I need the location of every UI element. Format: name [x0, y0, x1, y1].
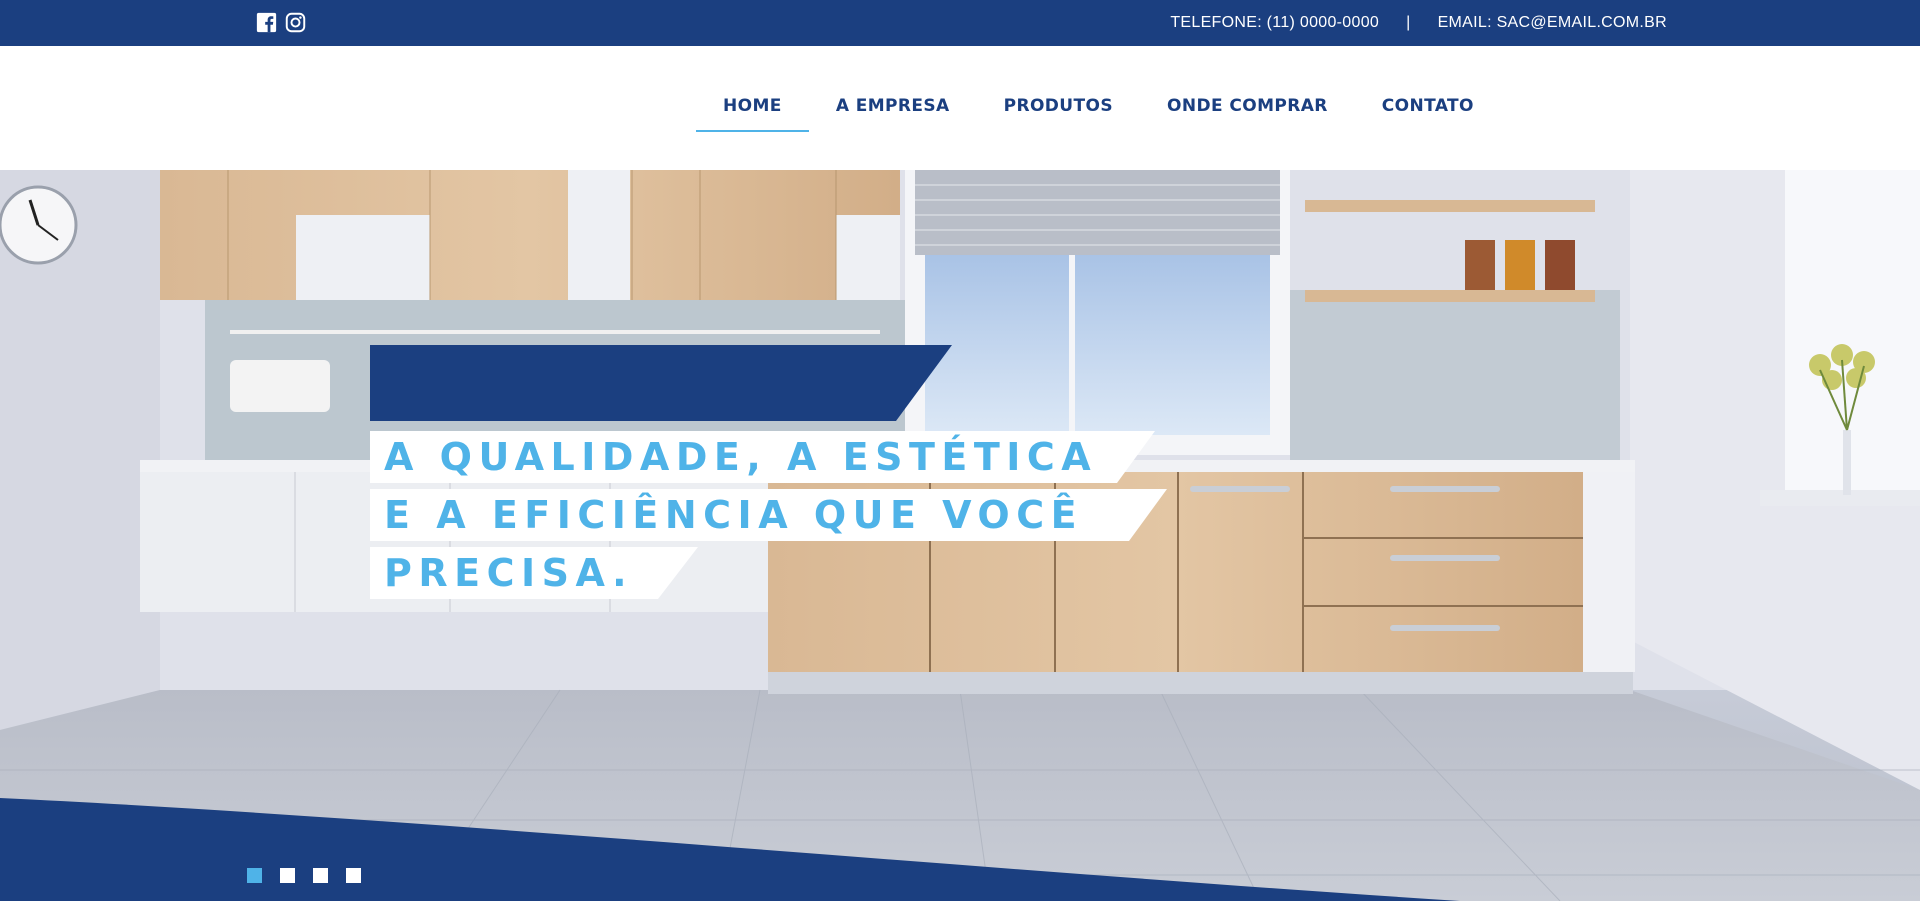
instagram-icon[interactable]: [285, 12, 306, 33]
slider-dot-4[interactable]: [346, 868, 361, 883]
social-links: [256, 12, 306, 33]
main-navbar: HOME A EMPRESA PRODUTOS ONDE COMPRAR CON…: [0, 46, 1920, 170]
headline-accent-bar: [370, 345, 952, 421]
hero-slider: A QUALIDADE, A ESTÉTICA E A EFICIÊNCIA Q…: [0, 170, 1920, 901]
main-nav: HOME A EMPRESA PRODUTOS ONDE COMPRAR CON…: [696, 46, 1501, 170]
headline-line-3-wrap: PRECISA.: [370, 547, 700, 599]
nav-item-contato[interactable]: CONTATO: [1355, 46, 1501, 170]
nav-item-produtos[interactable]: PRODUTOS: [977, 46, 1140, 170]
headline-line-2-wrap: E A EFICIÊNCIA QUE VOCÊ: [370, 489, 1167, 541]
contact-separator: |: [1406, 14, 1411, 31]
slider-dot-1[interactable]: [247, 868, 262, 883]
headline-line-2: E A EFICIÊNCIA QUE VOCÊ: [384, 493, 1084, 537]
nav-item-onde-comprar[interactable]: ONDE COMPRAR: [1140, 46, 1355, 170]
nav-item-a-empresa[interactable]: A EMPRESA: [809, 46, 977, 170]
nav-item-home[interactable]: HOME: [696, 46, 809, 170]
email-link[interactable]: EMAIL: SAC@EMAIL.COM.BR: [1438, 14, 1667, 32]
top-bar: TELEFONE: (11) 0000-0000 | EMAIL: SAC@EM…: [0, 0, 1920, 46]
phone-text: TELEFONE: (11) 0000-0000: [1170, 14, 1380, 31]
contact-info: TELEFONE: (11) 0000-0000 | EMAIL: SAC@EM…: [1170, 0, 1667, 46]
headline-line-3: PRECISA.: [384, 551, 634, 595]
slider-dot-3[interactable]: [313, 868, 328, 883]
facebook-icon[interactable]: [256, 12, 277, 33]
slider-dot-2[interactable]: [280, 868, 295, 883]
slider-pagination: [247, 868, 361, 883]
headline-line-1: A QUALIDADE, A ESTÉTICA: [384, 435, 1098, 479]
hero-headline: A QUALIDADE, A ESTÉTICA E A EFICIÊNCIA Q…: [370, 345, 1167, 775]
headline-line-1-wrap: A QUALIDADE, A ESTÉTICA: [370, 431, 1155, 483]
